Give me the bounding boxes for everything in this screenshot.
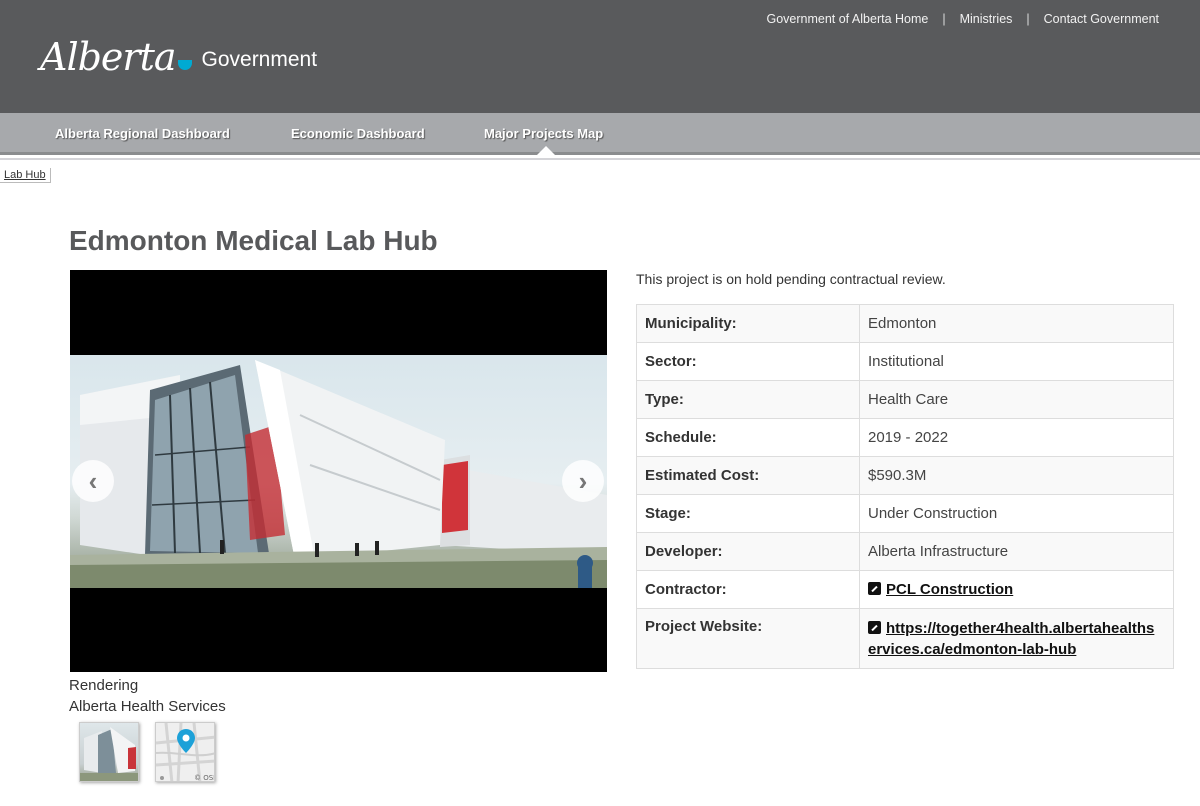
- detail-value: Health Care: [859, 380, 1174, 419]
- project-website-link-line2: ervices.ca/edmonton-lab-hub: [868, 641, 1077, 658]
- site-header: Government of Alberta Home | Ministries …: [0, 0, 1200, 113]
- contractor-link[interactable]: PCL Construction: [886, 581, 1013, 598]
- gov-home-link[interactable]: Government of Alberta Home: [766, 12, 928, 26]
- detail-label: Estimated Cost:: [636, 456, 860, 495]
- detail-value: $590.3M: [859, 456, 1174, 495]
- building-rendering-image: [70, 355, 607, 588]
- chevron-left-icon: ‹: [88, 465, 98, 496]
- table-row: Schedule: 2019 - 2022: [636, 418, 1174, 457]
- rendering-illustration: [70, 360, 607, 588]
- caption-credit: Alberta Health Services: [69, 698, 226, 715]
- table-row: Stage: Under Construction: [636, 494, 1174, 533]
- caption-type: Rendering: [69, 677, 139, 694]
- ministries-link[interactable]: Ministries: [960, 12, 1013, 26]
- active-nav-caret-icon: [537, 146, 555, 155]
- detail-label: Schedule:: [636, 418, 860, 457]
- detail-label: Project Website:: [636, 608, 860, 669]
- detail-label: Developer:: [636, 532, 860, 571]
- contact-government-link[interactable]: Contact Government: [1044, 12, 1159, 26]
- detail-value: Alberta Infrastructure: [859, 532, 1174, 571]
- logo-government-text: Government: [201, 48, 318, 71]
- image-caption: Rendering Alberta Health Services: [69, 675, 226, 717]
- thumbnail-rendering[interactable]: [79, 722, 139, 782]
- map-attribution: © OSM: [194, 774, 215, 782]
- nav-item-economic-dashboard[interactable]: Economic Dashboard: [291, 126, 425, 141]
- detail-label: Municipality:: [636, 304, 860, 343]
- nav-divider: [0, 158, 1200, 160]
- page-title: Edmonton Medical Lab Hub: [69, 225, 438, 256]
- breadcrumb[interactable]: Lab Hub: [0, 168, 51, 183]
- separator: |: [942, 12, 946, 26]
- detail-label: Type:: [636, 380, 860, 419]
- detail-value: Institutional: [859, 342, 1174, 381]
- table-row: Project Website: https://together4health…: [636, 608, 1174, 669]
- table-row: Developer: Alberta Infrastructure: [636, 532, 1174, 571]
- nav-item-major-projects-map[interactable]: Major Projects Map: [484, 126, 603, 141]
- project-website-link[interactable]: https://together4health.albertahealths er…: [868, 620, 1154, 658]
- table-row: Contractor: PCL Construction: [636, 570, 1174, 609]
- logo-swoosh-icon: [177, 60, 192, 70]
- project-details-table: Municipality: Edmonton Sector: Instituti…: [636, 304, 1174, 669]
- thumbnail-map-image: © OSM: [156, 723, 215, 782]
- external-link-icon: [868, 582, 881, 595]
- alberta-government-logo[interactable]: Alberta Government: [40, 38, 317, 76]
- detail-value: PCL Construction: [859, 570, 1174, 609]
- table-row: Sector: Institutional: [636, 342, 1174, 381]
- project-status-note: This project is on hold pending contract…: [636, 271, 946, 287]
- main-nav: Alberta Regional Dashboard Economic Dash…: [0, 113, 1200, 155]
- detail-label: Stage:: [636, 494, 860, 533]
- separator: |: [1026, 12, 1030, 26]
- image-carousel[interactable]: ‹ ›: [70, 270, 607, 672]
- thumbnail-map[interactable]: © OSM: [155, 722, 215, 782]
- nav-item-regional-dashboard[interactable]: Alberta Regional Dashboard: [55, 126, 230, 141]
- carousel-next-button[interactable]: ›: [562, 460, 604, 502]
- chevron-right-icon: ›: [578, 465, 588, 496]
- external-link-icon: [868, 621, 881, 634]
- detail-value: https://together4health.albertahealths er…: [859, 608, 1174, 669]
- logo-script: Alberta: [40, 35, 176, 79]
- detail-value: Edmonton: [859, 304, 1174, 343]
- detail-value: Under Construction: [859, 494, 1174, 533]
- detail-label: Contractor:: [636, 570, 860, 609]
- carousel-prev-button[interactable]: ‹: [72, 460, 114, 502]
- detail-value: 2019 - 2022: [859, 418, 1174, 457]
- table-row: Municipality: Edmonton: [636, 304, 1174, 343]
- utility-nav: Government of Alberta Home | Ministries …: [766, 12, 1159, 26]
- table-row: Type: Health Care: [636, 380, 1174, 419]
- project-website-link-line1: https://together4health.albertahealths: [886, 620, 1155, 637]
- thumbnail-rendering-image: [80, 727, 138, 781]
- table-row: Estimated Cost: $590.3M: [636, 456, 1174, 495]
- detail-label: Sector:: [636, 342, 860, 381]
